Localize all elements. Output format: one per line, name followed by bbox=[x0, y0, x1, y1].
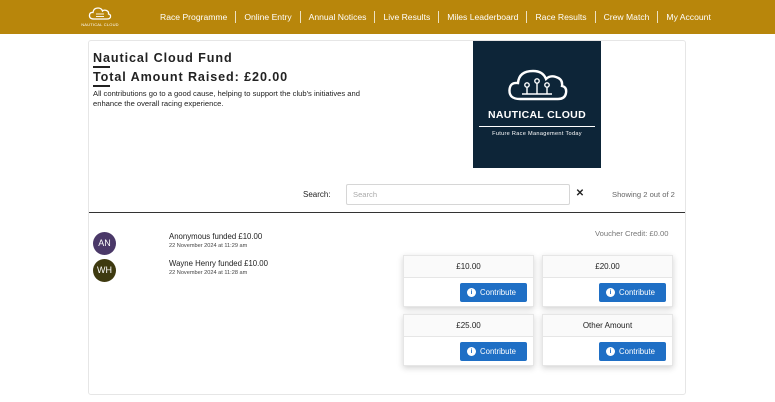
voucher-credit: Voucher Credit: £0.00 bbox=[595, 229, 669, 238]
tile-amount: £10.00 bbox=[404, 256, 533, 278]
amount-tile-10: £10.00 i Contribute bbox=[403, 255, 534, 307]
avatar: AN bbox=[93, 232, 116, 255]
top-nav-bar: NAUTICAL CLOUD Race Programme Online Ent… bbox=[0, 0, 775, 34]
contribute-label: Contribute bbox=[480, 347, 516, 356]
nav-crew-match[interactable]: Crew Match bbox=[594, 11, 658, 23]
amount-tile-other: Other Amount i Contribute bbox=[542, 314, 673, 366]
cloud-circuit-icon bbox=[508, 69, 568, 101]
contribute-label: Contribute bbox=[480, 288, 516, 297]
contribute-label: Contribute bbox=[619, 347, 655, 356]
contribute-label: Contribute bbox=[619, 288, 655, 297]
logo-text: NAUTICAL CLOUD bbox=[81, 22, 119, 27]
section-divider bbox=[89, 212, 685, 213]
fund-title: Nautical Cloud Fund bbox=[93, 51, 233, 65]
cloud-logo-icon bbox=[88, 7, 112, 20]
title-underline bbox=[93, 66, 110, 68]
search-label: Search: bbox=[303, 190, 331, 199]
clear-search-icon[interactable]: ✕ bbox=[574, 188, 586, 200]
info-icon: i bbox=[606, 288, 615, 297]
tile-amount: Other Amount bbox=[543, 315, 672, 337]
results-count: Showing 2 out of 2 bbox=[612, 190, 675, 199]
info-icon: i bbox=[467, 347, 476, 356]
search-input[interactable] bbox=[346, 184, 570, 205]
site-logo[interactable]: NAUTICAL CLOUD bbox=[80, 5, 120, 29]
tile-amount: £25.00 bbox=[404, 315, 533, 337]
nav-live-results[interactable]: Live Results bbox=[374, 11, 438, 23]
fund-description: All contributions go to a good cause, he… bbox=[93, 89, 360, 108]
nav-annual-notices[interactable]: Annual Notices bbox=[299, 11, 375, 23]
tile-amount: £20.00 bbox=[543, 256, 672, 278]
main-nav: Race Programme Online Entry Annual Notic… bbox=[152, 0, 719, 34]
brand-tagline: Future Race Management Today bbox=[492, 131, 582, 137]
contribute-button-20[interactable]: i Contribute bbox=[599, 283, 666, 302]
contribution-date: 22 November 2024 at 11:29 am bbox=[169, 243, 248, 249]
brand-image: NAUTICAL CLOUD Future Race Management To… bbox=[473, 41, 601, 168]
nav-miles-leaderboard[interactable]: Miles Leaderboard bbox=[438, 11, 526, 23]
nav-race-programme[interactable]: Race Programme bbox=[152, 11, 235, 23]
avatar: WH bbox=[93, 259, 116, 282]
info-icon: i bbox=[467, 288, 476, 297]
contribute-button-10[interactable]: i Contribute bbox=[460, 283, 527, 302]
info-icon: i bbox=[606, 347, 615, 356]
brand-name: NAUTICAL CLOUD bbox=[488, 109, 586, 121]
amount-tile-20: £20.00 i Contribute bbox=[542, 255, 673, 307]
contribute-button-other[interactable]: i Contribute bbox=[599, 342, 666, 361]
nav-online-entry[interactable]: Online Entry bbox=[235, 11, 299, 23]
contributor-name: Wayne Henry funded £10.00 bbox=[169, 259, 268, 268]
contribute-button-25[interactable]: i Contribute bbox=[460, 342, 527, 361]
brand-divider bbox=[479, 126, 595, 127]
contributor-name: Anonymous funded £10.00 bbox=[169, 232, 263, 241]
amount-tile-25: £25.00 i Contribute bbox=[403, 314, 534, 366]
nav-race-results[interactable]: Race Results bbox=[526, 11, 594, 23]
nav-my-account[interactable]: My Account bbox=[657, 11, 718, 23]
total-raised: Total Amount Raised: £20.00 bbox=[93, 70, 289, 84]
total-underline bbox=[93, 85, 110, 87]
contribution-date: 22 November 2024 at 11:28 am bbox=[169, 270, 248, 276]
